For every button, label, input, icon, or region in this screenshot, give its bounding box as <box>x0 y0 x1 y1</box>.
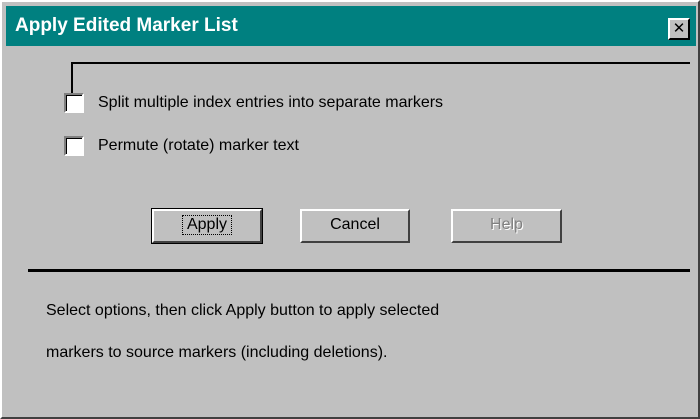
split-entries-checkbox[interactable] <box>64 93 84 113</box>
apply-button-label: Apply <box>181 215 233 235</box>
split-entries-label[interactable]: Split multiple index entries into separa… <box>98 93 443 113</box>
instructions-line-2: markers to source markers (including del… <box>46 344 388 361</box>
apply-edited-marker-list-dialog: Apply Edited Marker List ✕ Split multipl… <box>0 0 700 419</box>
cancel-button-label: Cancel <box>330 216 380 233</box>
instructions-line-1: Select options, then click Apply button … <box>46 302 440 319</box>
title-bar[interactable]: Apply Edited Marker List ✕ <box>6 6 696 46</box>
cancel-button[interactable]: Cancel <box>300 209 410 243</box>
apply-button[interactable]: Apply <box>151 208 263 244</box>
separator-line <box>28 269 690 272</box>
help-button-label: Help <box>490 216 523 233</box>
permute-text-label[interactable]: Permute (rotate) marker text <box>98 136 299 156</box>
close-icon: ✕ <box>672 19 686 37</box>
permute-text-checkbox[interactable] <box>64 136 84 156</box>
callout-line-horizontal <box>71 62 690 64</box>
close-button[interactable]: ✕ <box>668 18 690 40</box>
help-button[interactable]: Help <box>451 209 562 243</box>
window-title: Apply Edited Marker List <box>15 15 238 36</box>
